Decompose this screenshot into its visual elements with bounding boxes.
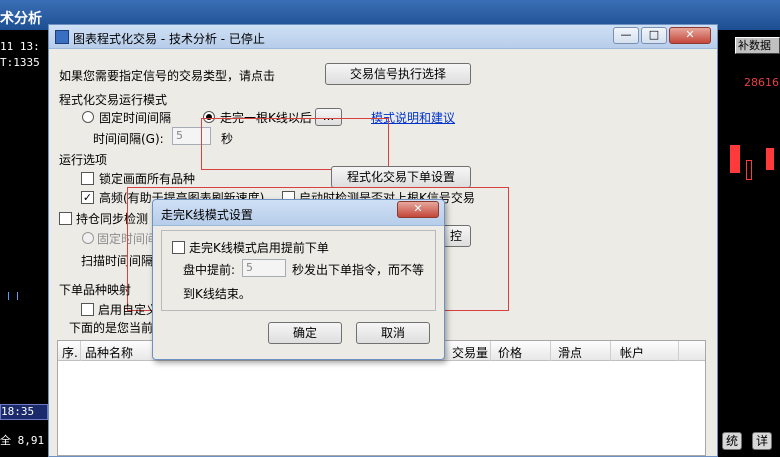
dialog-titlebar: 走完K线模式设置 ✕: [153, 200, 444, 226]
ok-button[interactable]: 确定: [268, 322, 342, 344]
lock-all-checkbox[interactable]: [81, 172, 94, 185]
sync-fixed-radio[interactable]: [82, 232, 94, 244]
run-mode-group-label: 程式化交易运行模式: [59, 93, 168, 107]
minimize-button[interactable]: —: [613, 27, 639, 44]
app-icon: [55, 30, 69, 44]
col-divider: [550, 341, 551, 361]
bar-mode-settings-dialog: 走完K线模式设置 ✕ 走完K线模式启用提前下单 盘中提前: 5 秒发出下单指令，…: [152, 199, 445, 360]
right-value: 28616: [744, 76, 779, 89]
close-button[interactable]: ✕: [669, 27, 711, 44]
candle-red-hollow: [746, 160, 752, 180]
window-title: 图表程式化交易 - 技术分析 - 已停止: [73, 32, 265, 46]
candle-red: [730, 145, 740, 173]
interval-label: 时间间隔(G):: [93, 132, 164, 146]
mode-fixed-label: 固定时间间隔: [99, 111, 172, 125]
left-line-1: 11 13:: [0, 40, 40, 53]
early-order-checkbox[interactable]: [172, 241, 185, 254]
order-settings-button[interactable]: 程式化交易下单设置: [331, 166, 471, 188]
candle-marks: [8, 292, 18, 300]
dialog-title: 走完K线模式设置: [161, 208, 253, 222]
col-index[interactable]: 序.: [62, 344, 78, 361]
current-info-label: 下面的是您当前: [69, 321, 154, 335]
stats-button[interactable]: 统: [722, 432, 742, 450]
candle-red-2: [766, 148, 774, 170]
high-freq-checkbox[interactable]: ✓: [81, 191, 94, 204]
col-name[interactable]: 品种名称: [85, 344, 133, 361]
cancel-button[interactable]: 取消: [356, 322, 430, 344]
early-order-label: 走完K线模式启用提前下单: [189, 241, 329, 255]
col-divider: [610, 341, 611, 361]
signal-prompt: 如果您需要指定信号的交易类型，请点击: [59, 69, 276, 83]
sync-check-checkbox[interactable]: [59, 212, 72, 225]
advance-seconds-input[interactable]: 5: [242, 259, 286, 277]
dialog-close-button[interactable]: ✕: [397, 201, 439, 218]
advance-label: 盘中提前:: [183, 263, 236, 277]
run-options-group-label: 运行选项: [59, 153, 108, 167]
mode-fixed-radio[interactable]: [82, 111, 94, 123]
col-volume[interactable]: 交易量: [452, 344, 488, 361]
restore-button[interactable]: □: [641, 27, 667, 44]
signal-select-button[interactable]: 交易信号执行选择: [325, 63, 471, 85]
lock-all-label: 锁定画面所有品种: [99, 172, 196, 186]
col-slippage[interactable]: 滑点: [558, 344, 582, 361]
col-divider: [490, 341, 491, 361]
time-badge: 18:35: [0, 404, 48, 420]
mapping-group-label: 下单品种映射: [59, 283, 132, 297]
highlight-box-mode: [201, 118, 389, 170]
window-titlebar: 图表程式化交易 - 技术分析 - 已停止 — □ ✕: [49, 25, 717, 49]
custom-map-checkbox[interactable]: [81, 303, 94, 316]
background-left-panel: 11 13: T:1335 18:35 全 8,91: [0, 30, 48, 457]
advance-suffix: 秒发出下单指令，而不等: [292, 263, 425, 277]
left-line-2: T:1335: [0, 56, 40, 69]
detail-button[interactable]: 详: [752, 432, 772, 450]
dialog-content: 走完K线模式启用提前下单 盘中提前: 5 秒发出下单指令，而不等 到K线结束。: [161, 230, 436, 311]
col-divider: [80, 341, 81, 361]
background-app-title: 术分析: [0, 11, 42, 27]
background-right-panel: 补数据 28616 统 详: [716, 30, 780, 457]
bottom-value: 全 8,91: [0, 434, 45, 447]
col-divider: [678, 341, 679, 361]
col-account[interactable]: 帐户: [620, 344, 644, 361]
advance-suffix-2: 到K线结束。: [183, 287, 251, 301]
custom-map-label: 启用自定义: [98, 303, 159, 317]
col-price[interactable]: 价格: [498, 344, 522, 361]
fill-data-button[interactable]: 补数据: [735, 37, 780, 54]
